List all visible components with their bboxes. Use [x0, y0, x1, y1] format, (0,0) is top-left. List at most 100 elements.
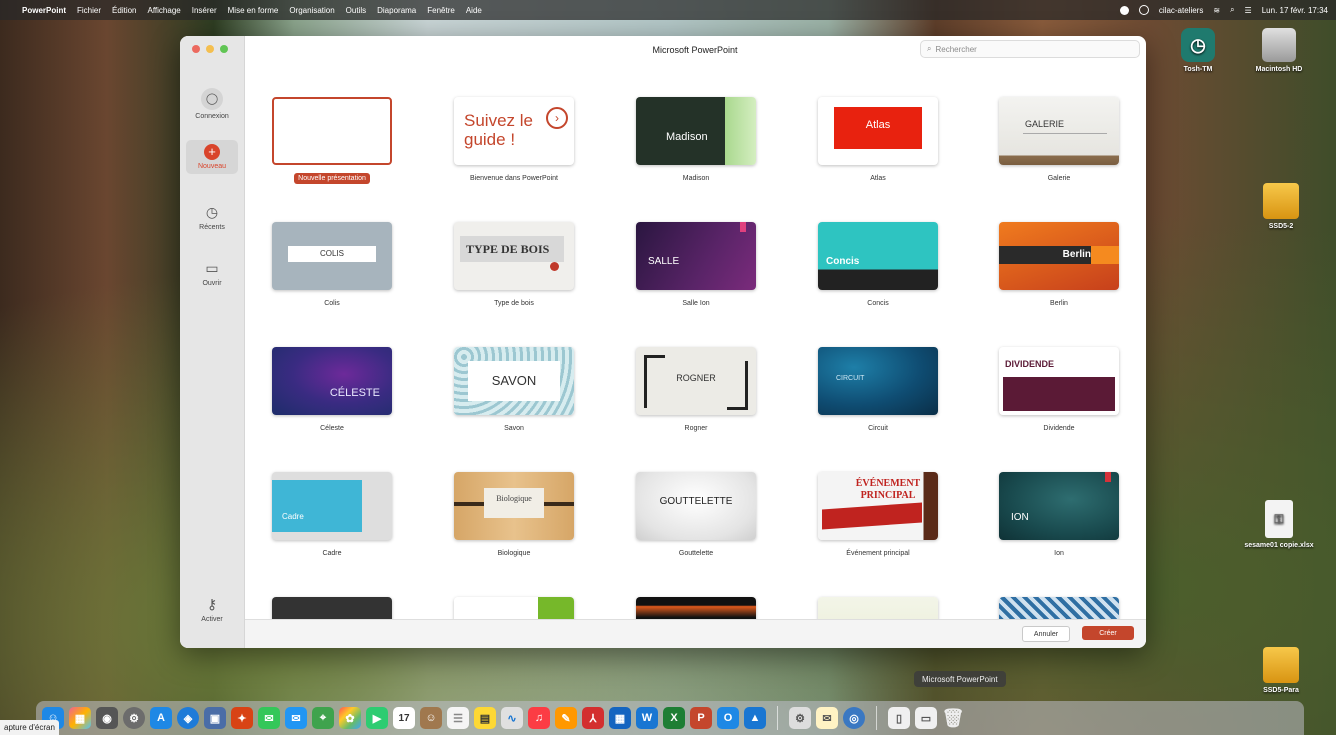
menu-inserer[interactable]: Insérer	[192, 6, 217, 15]
menu-app-name[interactable]: PowerPoint	[22, 6, 66, 15]
thumb-text: Berlin	[1062, 249, 1091, 260]
contacts-icon[interactable]: ☺	[420, 707, 442, 729]
menu-aide[interactable]: Aide	[466, 6, 482, 15]
calendar-day: 17	[398, 712, 410, 724]
desktop-icon-sesame-file[interactable]: ⚿ sesame01 copie.xlsx	[1244, 500, 1314, 549]
screenshot-icon[interactable]: ◉	[96, 707, 118, 729]
menu-affichage[interactable]: Affichage	[148, 6, 181, 15]
sidebar-item-ouvrir[interactable]: ▭ Ouvrir	[180, 260, 244, 287]
template-savon[interactable]: SAVON Savon	[453, 347, 575, 432]
template-dividende[interactable]: DIVIDENDE Dividende	[998, 347, 1120, 432]
template-thumbnail: ÉVÉNEMENT PRINCIPAL	[818, 472, 938, 540]
outlook-icon[interactable]: O	[717, 707, 739, 729]
mail-icon[interactable]: ✉	[285, 707, 307, 729]
music-icon[interactable]: ♫	[528, 707, 550, 729]
document-icon[interactable]: ▯	[888, 707, 910, 729]
template-thumbnail: GOUTTELETTE	[636, 472, 756, 540]
desktop-icon-macintosh-hd[interactable]: Macintosh HD	[1244, 28, 1314, 73]
template-type-de-bois[interactable]: TYPE DE BOIS Type de bois	[453, 222, 575, 307]
search-icon[interactable]: ⌕	[1230, 5, 1234, 15]
network-icon[interactable]: ◎	[843, 707, 865, 729]
sidebar-item-connexion[interactable]: ◯ Connexion	[180, 88, 244, 120]
status-dot-icon[interactable]	[1119, 5, 1129, 15]
template-rogner[interactable]: ROGNER Rogner	[635, 347, 757, 432]
template-berlin[interactable]: Berlin Berlin	[998, 222, 1120, 307]
messages-icon[interactable]: ✉	[258, 707, 280, 729]
wifi-icon[interactable]: ≋	[1213, 6, 1220, 15]
template-gouttelette[interactable]: GOUTTELETTE Gouttelette	[635, 472, 757, 557]
template-madison[interactable]: Madison Madison	[635, 97, 757, 182]
menu-fichier[interactable]: Fichier	[77, 6, 101, 15]
template-atlas[interactable]: Atlas Atlas	[817, 97, 939, 182]
menu-outils[interactable]: Outils	[346, 6, 366, 15]
minimize-button[interactable]	[206, 45, 214, 53]
template-circuit[interactable]: CIRCUIT Circuit	[817, 347, 939, 432]
template-biologique[interactable]: Biologique Biologique	[453, 472, 575, 557]
template-partial-2[interactable]	[453, 597, 575, 620]
template-thumbnail: SAVON	[454, 347, 574, 415]
reminders-icon[interactable]: ☰	[447, 707, 469, 729]
utility-icon[interactable]: ⚙	[789, 707, 811, 729]
check-circle-icon[interactable]	[1138, 5, 1149, 15]
desktop-icon-ssd5-para[interactable]: SSD5-Para	[1246, 647, 1316, 694]
excel-icon[interactable]: X	[663, 707, 685, 729]
downloads-icon[interactable]: ▭	[915, 707, 937, 729]
menu-fenetre[interactable]: Fenêtre	[427, 6, 455, 15]
template-galerie[interactable]: GALERIE Galerie	[998, 97, 1120, 182]
template-cadre[interactable]: Cadre Cadre	[271, 472, 393, 557]
photos-icon[interactable]: ✿	[339, 707, 361, 729]
template-partial-1[interactable]	[271, 597, 393, 620]
system-preferences-icon[interactable]: ⚙	[123, 707, 145, 729]
template-celeste[interactable]: CÉLESTE Céleste	[271, 347, 393, 432]
template-salle-ion[interactable]: SALLE Salle Ion	[635, 222, 757, 307]
template-partial-5[interactable]	[998, 597, 1120, 620]
desktop-icon-ssd5-2[interactable]: SSD5-2	[1246, 183, 1316, 230]
menu-edition[interactable]: Édition	[112, 6, 136, 15]
external-drive-icon	[1263, 183, 1299, 219]
pages-icon[interactable]: ✎	[555, 707, 577, 729]
create-button[interactable]: Créer	[1082, 626, 1134, 640]
menu-clock[interactable]: Lun. 17 févr. 17:34	[1262, 6, 1328, 15]
template-partial-4[interactable]	[817, 597, 939, 620]
template-ion[interactable]: ION Ion	[998, 472, 1120, 557]
template-name: Galerie	[1047, 175, 1071, 182]
template-partial-3[interactable]	[635, 597, 757, 620]
facetime-icon[interactable]: ▶	[366, 707, 388, 729]
maps-icon[interactable]: ⌖	[312, 707, 334, 729]
preview-icon[interactable]: ▣	[204, 707, 226, 729]
sidebar-item-activer[interactable]: ⚷ Activer	[180, 596, 244, 623]
sidebar-item-recents[interactable]: ◷ Récents	[180, 204, 244, 231]
news-icon[interactable]: ▦	[609, 707, 631, 729]
menu-mise-en-forme[interactable]: Mise en forme	[228, 6, 279, 15]
photo-booth-icon[interactable]: ✦	[231, 707, 253, 729]
zoom-button[interactable]	[220, 45, 228, 53]
search-field[interactable]: ⌕ Rechercher	[920, 40, 1140, 58]
desktop-icon-label: SSD5-2	[1268, 223, 1294, 230]
safari-icon[interactable]: ◈	[177, 707, 199, 729]
sidebar-item-nouveau[interactable]: + Nouveau	[186, 140, 238, 174]
calendar-icon[interactable]: 17	[393, 707, 415, 729]
menu-diaporama[interactable]: Diaporama	[377, 6, 416, 15]
acrobat-icon[interactable]: ⅄	[582, 707, 604, 729]
menu-organisation[interactable]: Organisation	[289, 6, 334, 15]
launchpad-icon[interactable]: ▦	[69, 707, 91, 729]
archive-icon[interactable]: ✉	[816, 707, 838, 729]
freeform-icon[interactable]: ∿	[501, 707, 523, 729]
template-evenement-principal[interactable]: ÉVÉNEMENT PRINCIPAL Événement principal	[817, 472, 939, 557]
control-center-icon[interactable]: ☰	[1245, 6, 1252, 15]
cancel-button[interactable]: Annuler	[1022, 626, 1070, 642]
template-concis[interactable]: Concis Concis	[817, 222, 939, 307]
keynote-icon[interactable]: ▲	[744, 707, 766, 729]
powerpoint-icon[interactable]: P	[690, 707, 712, 729]
template-colis[interactable]: COLIS Colis	[271, 222, 393, 307]
app-store-icon[interactable]: A	[150, 707, 172, 729]
trash-icon[interactable]: 🗑	[942, 707, 965, 729]
close-button[interactable]	[192, 45, 200, 53]
hard-drive-icon	[1262, 28, 1296, 62]
template-bienvenue[interactable]: Suivez le guide ! › Bienvenue dans Power…	[453, 97, 575, 182]
notes-icon[interactable]: ▤	[474, 707, 496, 729]
desktop-icon-tosh-tm[interactable]: ◷ Tosh-TM	[1163, 28, 1233, 73]
template-nouvelle-presentation[interactable]: Nouvelle présentation	[271, 97, 393, 184]
word-icon[interactable]: W	[636, 707, 658, 729]
user-name[interactable]: cilac-ateliers	[1159, 6, 1203, 15]
